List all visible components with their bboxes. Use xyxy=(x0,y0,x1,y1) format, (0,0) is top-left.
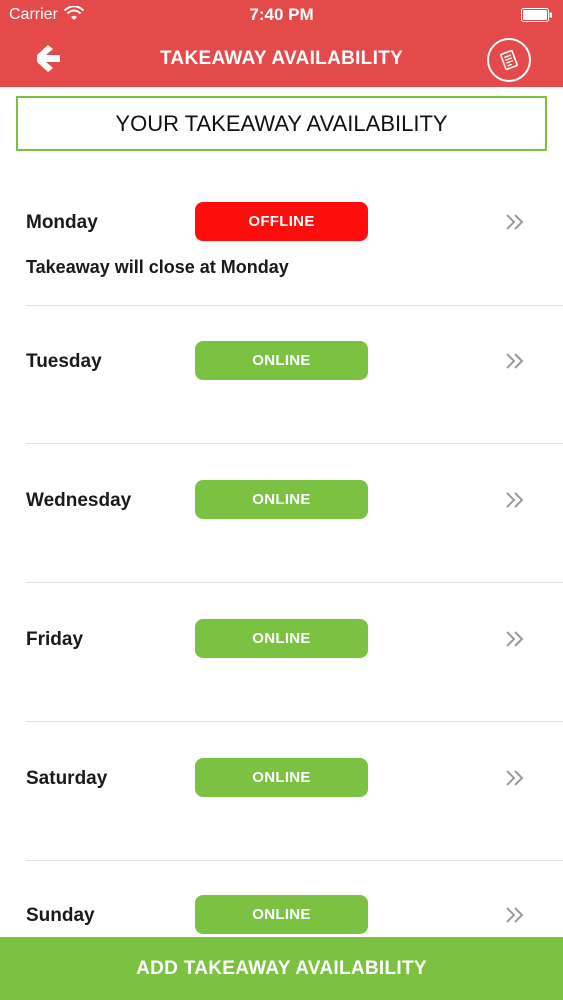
close-note: Takeaway will close at Monday xyxy=(26,257,289,277)
day-name: Tuesday xyxy=(26,351,102,372)
day-name: Wednesday xyxy=(26,490,132,511)
status-toggle[interactable]: ONLINE xyxy=(195,895,368,934)
double-chevron-right-icon[interactable] xyxy=(505,213,525,231)
status-toggle[interactable]: OFFLINE xyxy=(195,202,368,241)
day-row-sunday[interactable]: Sunday ONLINE xyxy=(0,861,563,937)
screen: Carrier 7:40 PM TAKEAWAY AVAILABILITY YO… xyxy=(0,0,563,1000)
double-chevron-right-icon[interactable] xyxy=(505,352,525,370)
battery-icon xyxy=(521,8,552,22)
day-name: Friday xyxy=(26,629,84,650)
day-row-monday[interactable]: Monday OFFLINE Takeaway will close at Mo… xyxy=(0,152,563,306)
day-list[interactable]: Monday OFFLINE Takeaway will close at Mo… xyxy=(0,152,563,937)
add-availability-button[interactable]: ADD TAKEAWAY AVAILABILITY xyxy=(0,937,563,1000)
double-chevron-right-icon[interactable] xyxy=(505,630,525,648)
day-row-tuesday[interactable]: Tuesday ONLINE xyxy=(0,305,563,444)
section-header: YOUR TAKEAWAY AVAILABILITY xyxy=(16,96,547,151)
section-header-title: YOUR TAKEAWAY AVAILABILITY xyxy=(115,110,448,136)
status-bar: Carrier 7:40 PM xyxy=(0,0,563,30)
day-name: Sunday xyxy=(26,905,95,926)
day-name: Monday xyxy=(26,212,98,233)
status-time: 7:40 PM xyxy=(249,5,314,24)
receipt-button[interactable] xyxy=(487,38,531,82)
day-row-friday[interactable]: Friday ONLINE xyxy=(0,583,563,722)
status-toggle[interactable]: ONLINE xyxy=(195,480,368,519)
double-chevron-right-icon[interactable] xyxy=(505,491,525,509)
receipt-icon xyxy=(500,49,518,71)
nav-bar: TAKEAWAY AVAILABILITY xyxy=(0,30,563,87)
status-toggle[interactable]: ONLINE xyxy=(195,758,368,797)
status-toggle[interactable]: ONLINE xyxy=(195,341,368,380)
day-name: Saturday xyxy=(26,768,108,789)
day-row-wednesday[interactable]: Wednesday ONLINE xyxy=(0,444,563,583)
double-chevron-right-icon[interactable] xyxy=(505,906,525,924)
status-toggle[interactable]: ONLINE xyxy=(195,619,368,658)
day-row-saturday[interactable]: Saturday ONLINE xyxy=(0,722,563,861)
double-chevron-right-icon[interactable] xyxy=(505,769,525,787)
nav-title: TAKEAWAY AVAILABILITY xyxy=(159,48,404,69)
